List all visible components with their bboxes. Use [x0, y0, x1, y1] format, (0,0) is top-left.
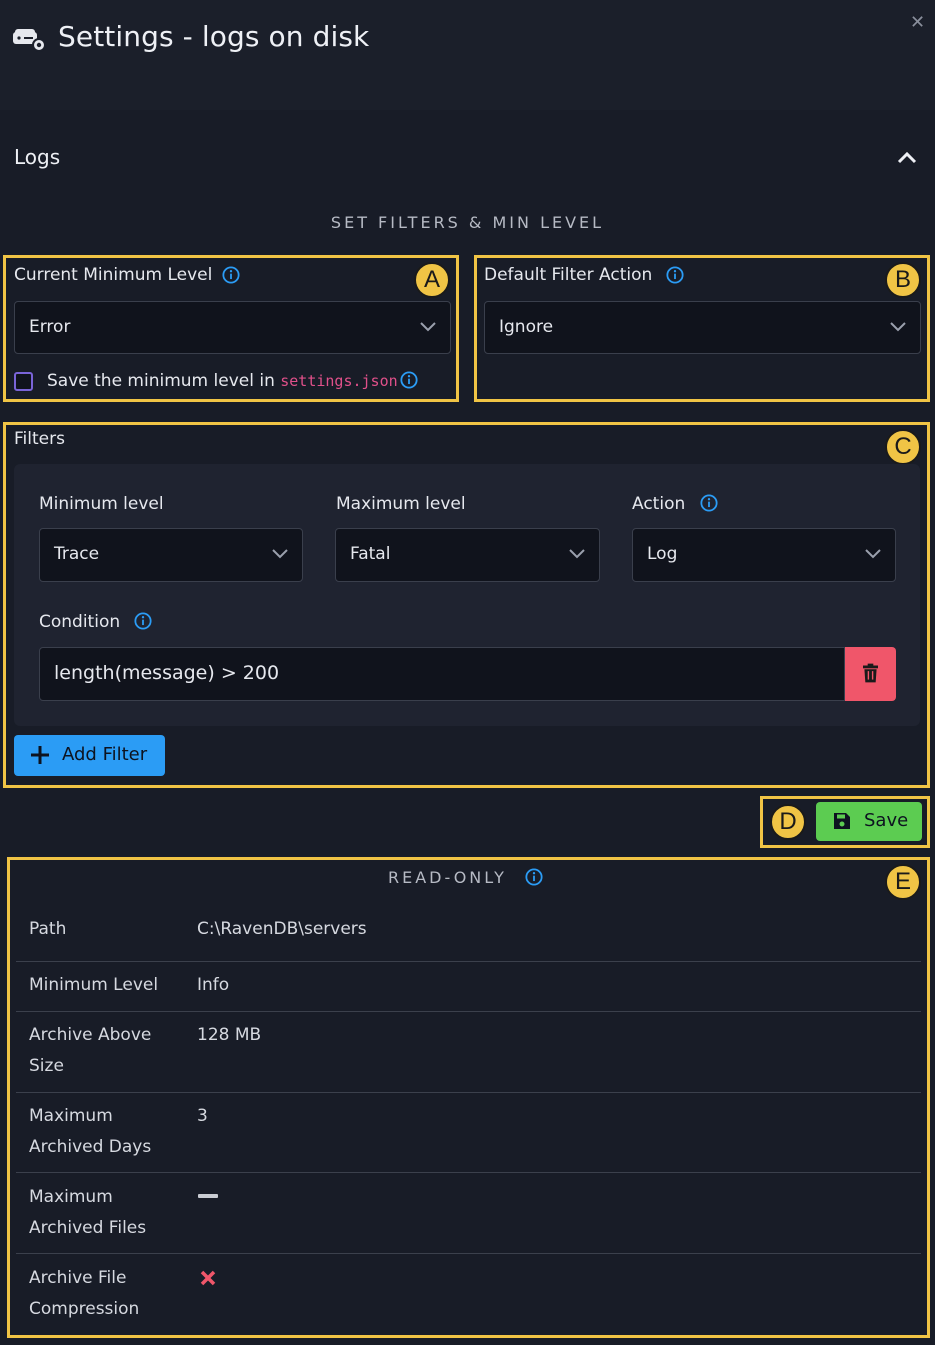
read-only-label: Archive File Compression	[29, 1268, 140, 1319]
info-icon[interactable]	[134, 612, 152, 630]
filter-max-level-select[interactable]: Fatal	[335, 528, 600, 582]
info-icon[interactable]	[700, 494, 718, 512]
info-icon[interactable]	[222, 266, 240, 284]
save-min-level-label: Save the minimum level in settings.json	[47, 371, 398, 391]
callout-badge-e: E	[885, 864, 921, 900]
add-filter-label: Add Filter	[62, 744, 148, 765]
row-divider	[16, 1011, 921, 1012]
filters-heading: SET FILTERS & MIN LEVEL	[330, 213, 605, 232]
read-only-value: C:\RavenDB\servers	[197, 919, 367, 939]
modal-title: Settings - logs on disk	[58, 20, 370, 53]
read-only-label: Minimum Level	[29, 975, 159, 995]
read-only-label: Archive Above Size	[29, 1025, 152, 1076]
select-value: Ignore	[499, 317, 554, 337]
chevron-down-icon	[865, 549, 881, 559]
condition-input[interactable]: length(message) > 200	[39, 647, 845, 701]
read-only-label: Maximum Archived Days	[29, 1106, 152, 1157]
logs-settings-icon	[13, 29, 46, 52]
read-only-label: Path	[29, 919, 67, 939]
condition-label: Condition	[39, 612, 121, 632]
plus-icon	[31, 746, 49, 764]
cross-icon	[200, 1270, 216, 1286]
section-title[interactable]: Logs	[14, 145, 60, 169]
read-only-heading: READ-ONLY	[388, 868, 507, 887]
chevron-down-icon	[272, 549, 288, 559]
chevron-up-icon[interactable]	[897, 150, 917, 164]
callout-badge-c: C	[885, 429, 921, 465]
close-icon[interactable]: ✕	[910, 12, 925, 33]
read-only-value: 3	[197, 1106, 208, 1126]
filter-min-level-select[interactable]: Trace	[39, 528, 303, 582]
floppy-disk-icon	[834, 813, 850, 829]
default-filter-action-select[interactable]: Ignore	[484, 301, 921, 354]
filter-action-select[interactable]: Log	[632, 528, 896, 582]
chevron-down-icon	[890, 322, 906, 332]
read-only-value: Info	[197, 975, 230, 995]
row-divider	[16, 1253, 921, 1254]
row-divider	[16, 961, 921, 962]
action-label: Action	[632, 494, 686, 514]
save-label: Save	[864, 810, 909, 831]
save-min-level-text: Save the minimum level in	[47, 371, 275, 391]
read-only-label: Maximum Archived Files	[29, 1187, 147, 1238]
callout-badge-a: A	[414, 262, 450, 298]
modal-header	[0, 0, 935, 110]
chevron-down-icon	[420, 322, 436, 332]
min-level-label: Minimum level	[39, 494, 164, 514]
current-min-level-select[interactable]: Error	[14, 301, 451, 354]
read-only-value: 128 MB	[197, 1025, 262, 1045]
settings-json-code: settings.json	[280, 372, 398, 390]
add-filter-button[interactable]: Add Filter	[14, 735, 165, 776]
row-divider	[16, 1092, 921, 1093]
select-value: Trace	[54, 544, 100, 564]
delete-filter-button[interactable]	[845, 647, 896, 701]
callout-badge-b: B	[885, 262, 921, 298]
current-min-level-label: Current Minimum Level	[14, 265, 213, 285]
select-value: Error	[29, 317, 71, 337]
select-value: Fatal	[350, 544, 391, 564]
callout-badge-d: D	[770, 804, 806, 840]
trash-icon	[863, 663, 878, 683]
info-icon[interactable]	[400, 371, 418, 389]
chevron-down-icon	[569, 549, 585, 559]
info-icon[interactable]	[525, 868, 543, 886]
dash-icon	[198, 1194, 218, 1198]
info-icon[interactable]	[666, 266, 684, 284]
condition-value: length(message) > 200	[54, 662, 280, 684]
default-filter-action-label: Default Filter Action	[484, 265, 653, 285]
filters-label: Filters	[14, 429, 65, 449]
row-divider	[16, 1172, 921, 1173]
save-min-level-checkbox[interactable]	[14, 372, 33, 391]
save-button[interactable]: Save	[816, 802, 922, 841]
max-level-label: Maximum level	[336, 494, 466, 514]
select-value: Log	[647, 544, 678, 564]
